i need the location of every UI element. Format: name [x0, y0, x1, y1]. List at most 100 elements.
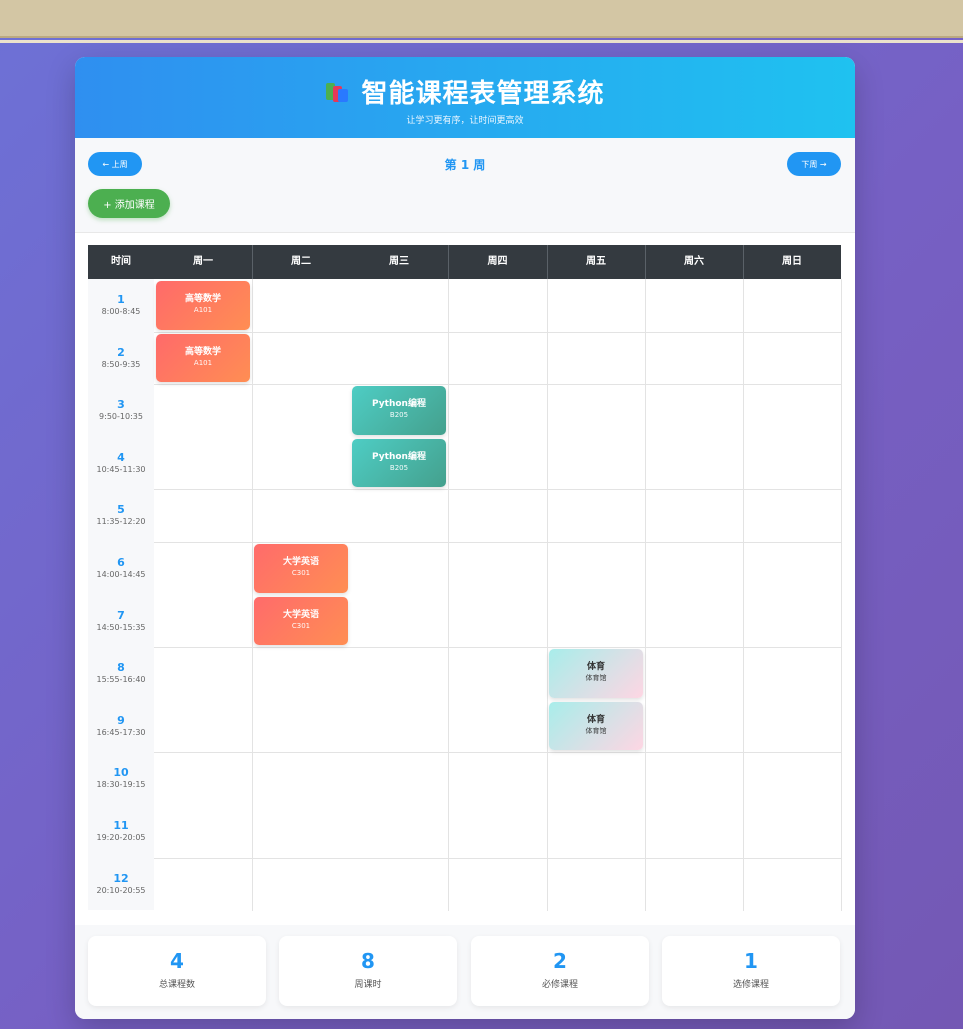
period-time: 9:50-10:35 [99, 412, 143, 422]
period-time: 11:35-12:20 [96, 517, 146, 527]
period-number: 11 [113, 819, 129, 832]
stat-value: 8 [361, 949, 375, 973]
schedule-table: 时间 周一 周二 周三 周四 周五 周六 周日 1 8:00-8:45 2 8:50-… [88, 245, 842, 911]
period-cell: 3 9:50-10:35 [88, 384, 154, 437]
column-divider [645, 279, 646, 911]
header-sunday: 周日 [782, 256, 802, 267]
header-time: 时间 [111, 256, 131, 267]
course-room: B205 [389, 411, 409, 420]
period-cell: 4 10:45-11:30 [88, 436, 154, 490]
course-name: Python编程 [372, 451, 426, 462]
course-block[interactable]: 高等数学 A101 [156, 333, 250, 383]
period-number: 2 [117, 345, 125, 359]
row-divider [154, 384, 841, 386]
course-room: 体育馆 [585, 726, 607, 735]
row-divider [154, 542, 841, 543]
period-time: 14:00-14:45 [96, 570, 146, 579]
row-divider [154, 752, 841, 754]
stat-total-courses: 4 总课程数 [88, 936, 266, 1006]
period-cell: 9 16:45-17:30 [88, 699, 154, 753]
period-time: 10:45-11:30 [96, 464, 146, 474]
header-tuesday: 周二 [291, 256, 311, 267]
week-controls: ← 上周 第 1 周 下周 → [75, 138, 855, 233]
period-time: 20:10-20:55 [96, 885, 146, 895]
course-room: C301 [291, 569, 311, 577]
stat-label: 周课时 [354, 980, 382, 990]
stats-bar: 4 总课程数 8 周课时 2 必修课程 1 选修课程 [75, 925, 855, 1019]
course-name: 高等数学 [184, 346, 221, 357]
period-cell: 1 8:00-8:45 [88, 279, 154, 332]
table-body: 1 8:00-8:45 2 8:50-9:35 3 9:50-10:35 4 10:45-11… [88, 279, 842, 911]
period-number: 3 [117, 398, 125, 412]
add-course-button[interactable]: + 添加课程 [88, 189, 170, 218]
table-header-row: 时间 周一 周二 周三 周四 周五 周六 周日 [88, 245, 841, 279]
top-divider [0, 40, 963, 43]
title-row: 智能课程表管理系统 [75, 73, 855, 110]
period-time: 8:50-9:35 [101, 359, 141, 369]
next-week-button[interactable]: 下周 → [787, 152, 841, 176]
books-icon [325, 80, 351, 104]
stat-value: 1 [744, 949, 758, 973]
period-number: 12 [113, 871, 129, 885]
header-banner: 智能课程表管理系统 让学习更有序，让时间更高效 [75, 57, 855, 138]
header-thursday: 周四 [487, 256, 508, 267]
period-number: 9 [117, 713, 125, 727]
stat-label: 必修课程 [541, 980, 578, 990]
period-cell: 7 14:50-15:35 [88, 594, 154, 648]
current-week-label: 第 1 周 [444, 158, 486, 172]
course-name: Python编程 [372, 399, 426, 410]
course-name: 体育 [586, 714, 605, 725]
row-divider [154, 331, 841, 333]
course-block[interactable]: 大学英语 C301 [254, 544, 348, 593]
row-divider [154, 857, 841, 859]
period-number: 10 [113, 766, 129, 780]
row-divider [154, 647, 841, 649]
course-name: 高等数学 [184, 294, 221, 304]
header-saturday: 周六 [684, 256, 704, 267]
stat-elective-courses: 1 选修课程 [662, 936, 840, 1006]
period-cell: 5 11:35-12:20 [88, 489, 154, 542]
course-block[interactable]: Python编程 B205 [352, 386, 446, 435]
page-subtitle: 让学习更有序，让时间更高效 [406, 116, 524, 126]
course-name: 大学英语 [282, 609, 319, 620]
column-divider [547, 279, 548, 911]
period-cell: 8 15:55-16:40 [88, 647, 154, 700]
period-number: 1 [117, 293, 125, 306]
period-time: 14:50-15:35 [96, 622, 146, 632]
schedule-card: 智能课程表管理系统 让学习更有序，让时间更高效 ← 上周 第 1 周 下周 → … [75, 57, 855, 1019]
header-friday: 周五 [586, 256, 606, 267]
header-monday: 周一 [193, 256, 213, 267]
page-title: 智能课程表管理系统 [361, 79, 605, 109]
stat-label: 选修课程 [732, 980, 769, 990]
period-cell: 2 8:50-9:35 [88, 331, 154, 385]
course-room: 体育馆 [585, 674, 607, 683]
course-block[interactable]: 大学英语 C301 [254, 596, 348, 646]
stat-required-courses: 2 必修课程 [471, 936, 649, 1006]
period-time: 8:00-8:45 [101, 307, 141, 316]
stat-weekly-hours: 8 周课时 [279, 936, 457, 1006]
column-divider [252, 279, 253, 911]
period-number: 5 [117, 503, 125, 517]
period-time: 19:20-20:05 [96, 833, 146, 842]
column-divider [448, 279, 449, 911]
period-number: 6 [117, 556, 125, 569]
stat-value: 4 [170, 949, 184, 973]
course-block[interactable]: 高等数学 A101 [156, 281, 250, 330]
course-block[interactable]: 体育 体育馆 [549, 701, 643, 751]
stat-label: 总课程数 [158, 980, 195, 990]
period-cell: 6 14:00-14:45 [88, 542, 154, 595]
course-name: 体育 [586, 662, 605, 673]
period-number: 7 [117, 608, 125, 622]
course-room: A101 [193, 358, 213, 367]
stat-value: 2 [553, 949, 567, 973]
course-name: 大学英语 [282, 557, 319, 567]
period-time: 18:30-19:15 [96, 780, 146, 790]
course-block[interactable]: 体育 体育馆 [549, 649, 643, 698]
course-block[interactable]: Python编程 B205 [352, 438, 446, 488]
period-number: 4 [117, 450, 125, 464]
course-room: B205 [389, 463, 409, 472]
period-number: 8 [117, 661, 125, 675]
period-time: 15:55-16:40 [96, 675, 146, 685]
period-cell: 10 18:30-19:15 [88, 752, 154, 805]
column-divider [841, 279, 842, 911]
